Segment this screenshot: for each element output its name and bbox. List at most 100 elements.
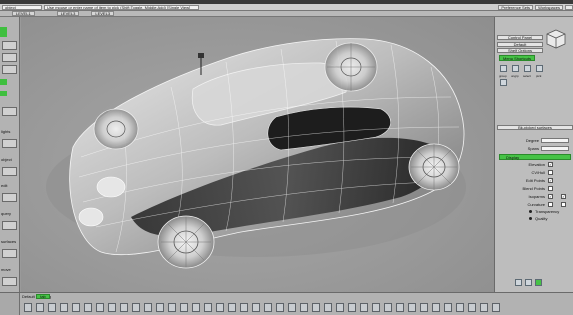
preference-sets-button[interactable]: Preference Sets [498,4,534,10]
shelf-tool-icon[interactable] [84,303,92,312]
shelf-tool-icon[interactable] [288,303,296,312]
shelf-tool-icon[interactable] [108,303,116,312]
layer-tab[interactable]: LEVEL1 [12,11,35,16]
shelf-tool-icon[interactable] [36,303,44,312]
display-option-checkbox[interactable] [548,186,553,191]
group-tool-icon[interactable] [500,65,507,72]
palette-tool[interactable] [2,193,17,202]
shelf-tool-icon[interactable] [168,303,176,312]
headlight-left [96,176,126,198]
shelf-tool-icon[interactable] [492,303,500,312]
layer-tab[interactable]: LEVEL3 [56,11,80,16]
workspaces-button[interactable]: Workspaces [535,4,563,10]
shelf-tool-icon[interactable] [468,303,476,312]
panel-tool-icon[interactable] [535,279,542,286]
shelf-item-label: select [523,74,531,78]
shelf-tool-icon[interactable] [384,303,392,312]
shelf-tool-icon[interactable] [348,303,356,312]
shelf-tool-icon[interactable] [180,303,188,312]
panel-tool-icon[interactable] [515,279,522,286]
layer-tab[interactable]: LEVEL3 [91,11,115,16]
mode-field[interactable]: object [2,4,42,10]
view-cube-icon[interactable] [545,28,567,50]
shelf-tool-icon[interactable] [432,303,440,312]
shelf-tool-icon[interactable] [192,303,200,312]
display-option-checkbox[interactable] [561,202,566,207]
shelf-tool-icon[interactable] [240,303,248,312]
shelf-tool-icon[interactable] [360,303,368,312]
palette-active-indicator [0,27,7,37]
palette-tool[interactable] [2,249,17,258]
display-option-checkbox[interactable]: ✓ [548,178,553,183]
palette-tool[interactable] [2,107,17,116]
ungroup-tool-icon[interactable] [512,65,519,72]
shelf-tool-icon[interactable] [312,303,320,312]
shelf-tool-icon[interactable] [216,303,224,312]
shelf-tool-icon[interactable] [48,303,56,312]
shelf-tool-icon[interactable] [456,303,464,312]
default-shelf-button[interactable]: Default [497,42,543,47]
shelf-tool-icon[interactable] [72,303,80,312]
palette-label: move [1,267,11,272]
degree-field[interactable] [541,138,569,143]
shelf-tool-icon[interactable] [96,303,104,312]
quality-radio[interactable] [529,217,532,220]
shelf-tool-icon[interactable] [444,303,452,312]
shelf-tool-icon[interactable] [420,303,428,312]
shelf-tool-icon[interactable] [396,303,404,312]
shelf-tool-icon[interactable] [324,303,332,312]
panel-tool-icon[interactable] [525,279,532,286]
menu-shortcuts-tab[interactable]: Menu Shortcuts [499,55,535,61]
shelf-tool-icon[interactable] [372,303,380,312]
palette-tool[interactable] [2,167,17,176]
shelf-tab[interactable]: tab [36,294,50,299]
pick-tool-icon[interactable] [536,65,543,72]
window-control-button[interactable] [565,4,573,10]
bottom-shelf: Default Shelving tab [0,292,573,315]
display-option-checkbox[interactable]: ✓ [548,162,553,167]
palette-tool[interactable] [2,277,17,286]
degree-label: Degree [525,138,539,143]
shelf-tool-icon[interactable] [300,303,308,312]
shelf-tool-icon[interactable] [24,303,32,312]
spans-label: Spans [527,146,539,151]
shelf-tool-icon[interactable] [144,303,152,312]
tool-palette: lights object edit query surfaces move [0,17,20,293]
display-option-checkbox[interactable] [548,202,553,207]
shelf-item-label: group [499,74,507,78]
shelf-tool-icon[interactable] [264,303,272,312]
display-option-checkbox[interactable] [548,170,553,175]
shelf-tool-icon[interactable] [336,303,344,312]
palette-active-indicator [0,91,7,96]
shelf-tool-icon[interactable] [500,79,507,86]
display-option-label: Blend Points [522,186,545,191]
palette-tool[interactable] [2,221,17,230]
shelf-tool-icon[interactable] [408,303,416,312]
shelf-tool-icon[interactable] [228,303,236,312]
shelf-tool-icon[interactable] [252,303,260,312]
shelf-tool-icon[interactable] [120,303,128,312]
modeling-viewport[interactable] [21,17,494,292]
display-section-header[interactable]: Display [499,154,571,160]
spans-field[interactable] [541,146,569,151]
headlight-right [78,207,104,227]
shelf-tool-icon[interactable] [276,303,284,312]
car-model-render [46,38,466,269]
object-type-header: Bk-picked surfaces [497,125,573,130]
palette-label: query [1,211,12,216]
shelf-tool-icon[interactable] [156,303,164,312]
shelf-tool-icon[interactable] [60,303,68,312]
shelf-options-button[interactable]: Shelf Options [497,48,543,53]
palette-tool[interactable] [2,65,17,74]
palette-tool[interactable] [2,53,17,62]
display-option-checkbox[interactable]: ✓ [561,194,566,199]
display-option-checkbox[interactable]: ✓ [548,194,553,199]
shelf-tool-icon[interactable] [204,303,212,312]
shelf-tool-icon[interactable] [132,303,140,312]
transparency-radio[interactable] [529,210,532,213]
palette-tool[interactable] [2,139,17,148]
palette-tool[interactable] [2,41,17,50]
shelf-tool-icon[interactable] [480,303,488,312]
select-tool-icon[interactable] [524,65,531,72]
control-panel-title[interactable]: Control Panel [497,35,543,40]
